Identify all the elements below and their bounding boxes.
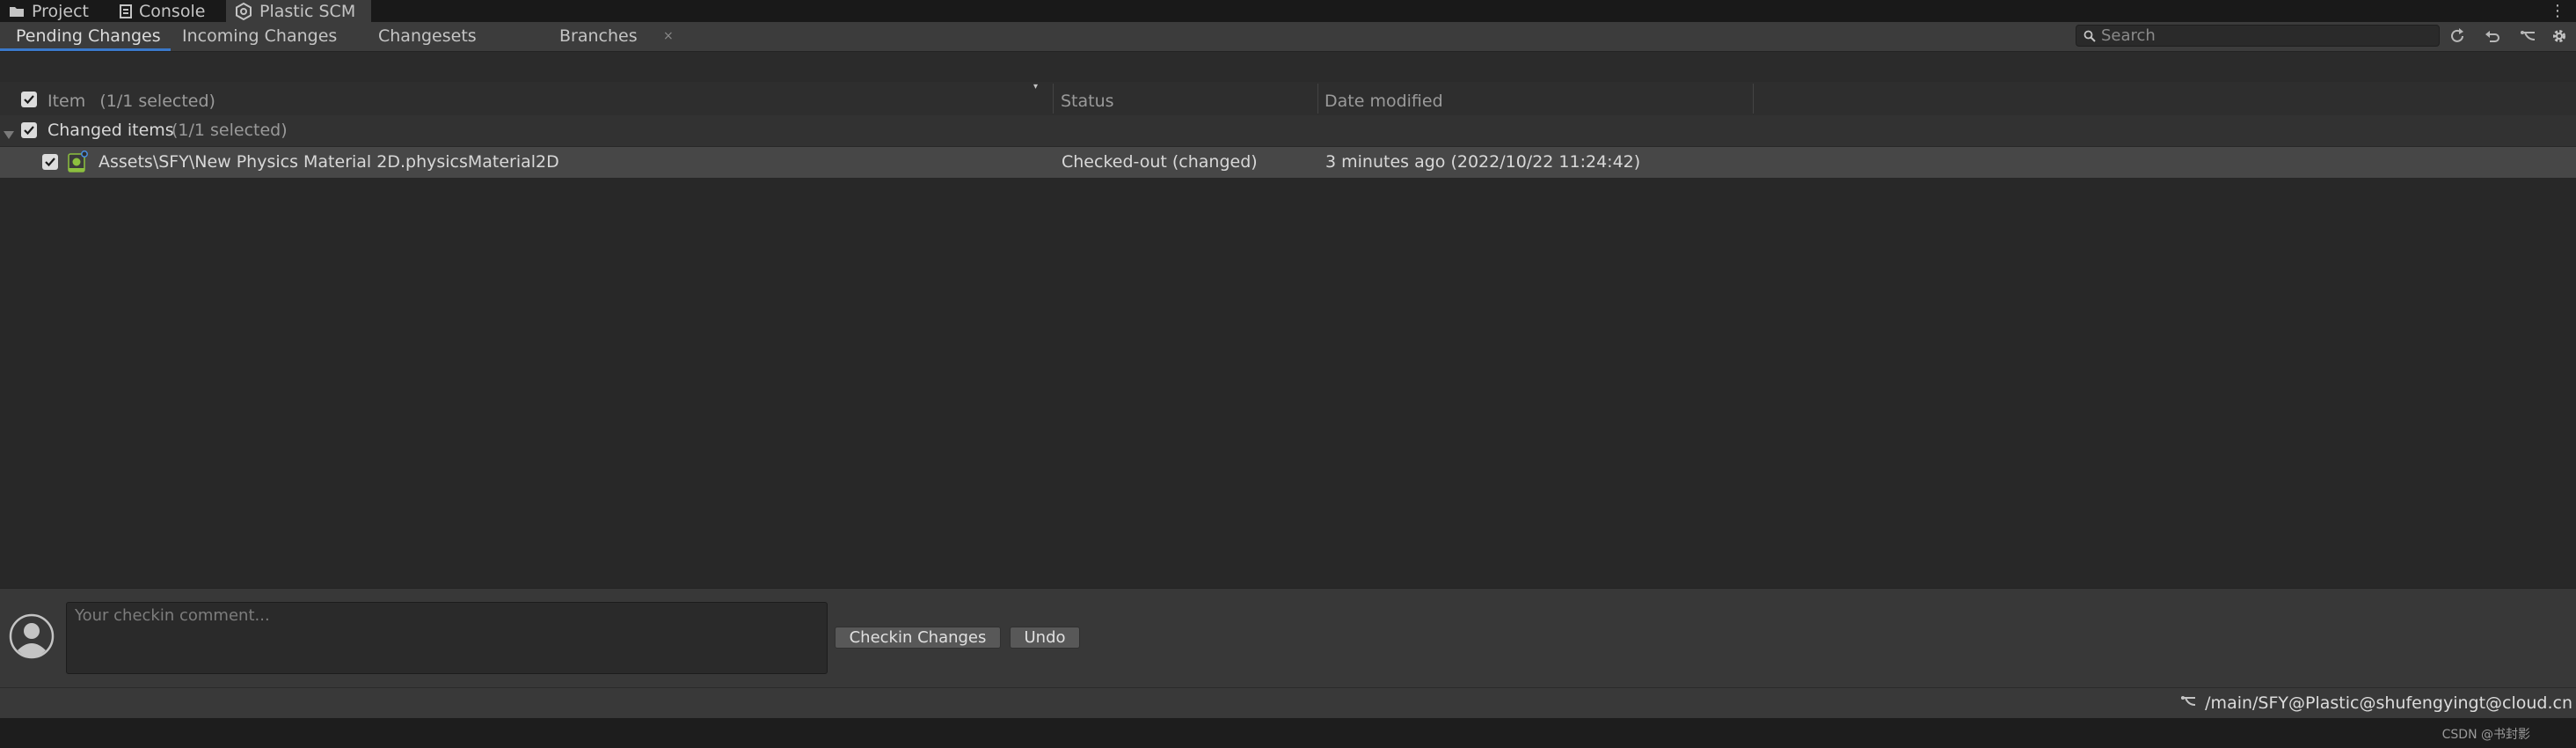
more-options-icon[interactable]: ⋮: [2550, 2, 2565, 20]
undo-icon[interactable]: [2480, 25, 2505, 48]
folder-icon: [9, 5, 25, 18]
status-bar: /main/SFY@Plastic@shufengyingt@cloud.cn: [0, 687, 2576, 719]
tab-label: Console: [139, 1, 206, 21]
group-checkbox[interactable]: [21, 122, 37, 138]
branch-info: /main/SFY@Plastic@shufengyingt@cloud.cn: [2180, 688, 2572, 719]
branch-icon[interactable]: [2515, 25, 2540, 48]
bottom-strip: CSDN @书封影: [0, 718, 2576, 748]
undo-button[interactable]: Undo: [1010, 627, 1080, 649]
avatar: [9, 613, 55, 664]
column-separator[interactable]: [1753, 84, 1754, 114]
tab-label: Plastic SCM: [259, 1, 356, 21]
checkin-comment-input[interactable]: [67, 603, 827, 673]
tab-project[interactable]: Project: [0, 0, 98, 22]
column-separator[interactable]: [1317, 84, 1318, 114]
checkin-panel: Checkin Changes Undo: [0, 588, 2576, 688]
window-tab-strip: Project Console Plastic SCM ⋮: [0, 0, 2576, 22]
branch-path: /main/SFY@Plastic@shufengyingt@cloud.cn: [2205, 693, 2572, 713]
column-header-item[interactable]: Item (1/1 selected): [47, 82, 215, 115]
checkin-changes-button[interactable]: Checkin Changes: [835, 627, 1001, 649]
active-tab-indicator: [0, 48, 171, 51]
tab-incoming-changes[interactable]: Incoming Changes: [182, 22, 337, 51]
column-header-date-modified[interactable]: Date modified: [1324, 82, 1443, 115]
toolbar-spacer: [0, 52, 2576, 82]
tab-plastic-scm[interactable]: Plastic SCM: [226, 0, 371, 22]
item-checkbox[interactable]: [42, 154, 58, 170]
settings-icon[interactable]: [2547, 25, 2572, 48]
tab-changesets[interactable]: Changesets: [378, 22, 477, 51]
physics-material-file-icon: [67, 150, 88, 178]
console-icon: [120, 4, 132, 18]
checkin-comment-box[interactable]: [66, 602, 828, 674]
branch-icon: [2180, 688, 2196, 719]
changed-items-group-row[interactable]: Changed items (1/1 selected): [0, 115, 2576, 146]
group-selection-count: (1/1 selected): [171, 121, 288, 140]
item-status: Checked-out (changed): [1062, 152, 1258, 172]
search-box[interactable]: [2076, 25, 2440, 47]
sort-descending-icon: ▾: [1033, 82, 1039, 92]
pending-changes-list-area: [0, 178, 2576, 588]
watermark-text: CSDN @书封影: [2441, 728, 2530, 742]
select-all-checkbox[interactable]: [21, 92, 37, 107]
table-row[interactable]: Assets\SFY\New Physics Material 2D.physi…: [0, 147, 2576, 178]
column-separator[interactable]: [1053, 84, 1054, 114]
tab-label: Project: [32, 1, 90, 21]
column-item-label: Item: [47, 92, 86, 111]
group-label: Changed items: [47, 121, 174, 140]
plastic-toolbar: Pending Changes Incoming Changes Changes…: [0, 22, 2576, 52]
tab-branches[interactable]: Branches: [559, 22, 638, 51]
tab-pending-changes[interactable]: Pending Changes: [16, 22, 161, 51]
column-header-row: Item (1/1 selected) ▾ Status Date modifi…: [0, 82, 2576, 116]
item-path: Assets\SFY\New Physics Material 2D.physi…: [99, 152, 559, 172]
item-date-modified: 3 minutes ago (2022/10/22 11:24:42): [1325, 152, 1641, 172]
column-header-status[interactable]: Status: [1061, 82, 1114, 115]
column-item-selection: (1/1 selected): [99, 92, 215, 111]
plastic-scm-icon: [235, 2, 252, 20]
close-tab-icon[interactable]: ×: [663, 22, 674, 51]
expand-triangle-icon[interactable]: [4, 126, 14, 144]
refresh-icon[interactable]: [2445, 25, 2470, 48]
tab-console[interactable]: Console: [111, 0, 214, 22]
search-input[interactable]: [2101, 26, 2426, 46]
